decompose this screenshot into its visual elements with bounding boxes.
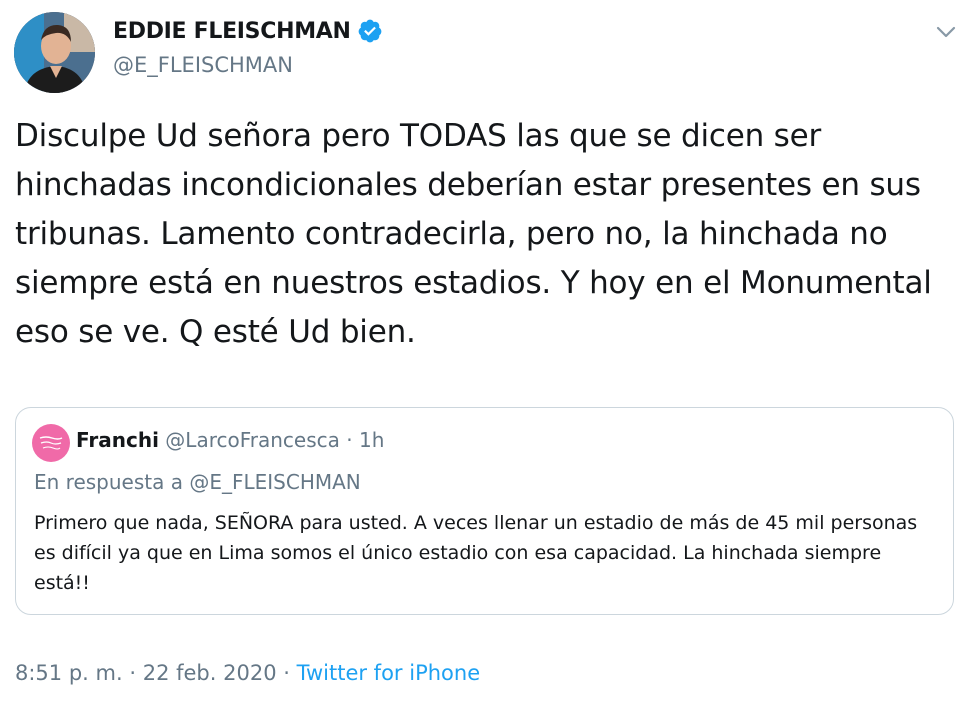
quoted-tweet[interactable]: Franchi @LarcoFrancesca · 1h En respuest… [15,407,954,615]
quoted-time[interactable]: 1h [359,428,384,452]
author-avatar[interactable] [14,12,95,93]
quoted-separator: · [346,428,353,452]
tweet-text: Disculpe Ud señora pero TODAS las que se… [15,118,932,350]
author-handle[interactable]: @E_FLEISCHMAN [113,53,293,77]
tweet-time[interactable]: 8:51 p. m. [15,661,123,685]
quoted-reply-to: En respuesta a @E_FLEISCHMAN [34,470,361,494]
tweet-footer: 8:51 p. m. · 22 feb. 2020 · Twitter for … [15,661,480,685]
author-name-row[interactable]: EDDIE FLEISCHMAN [113,18,383,44]
footer-separator-2: · [283,661,290,685]
footer-separator-1: · [129,661,137,685]
quoted-text: Primero que nada, SEÑORA para usted. A v… [34,512,918,594]
quoted-author-avatar[interactable] [32,424,70,462]
quoted-handle[interactable]: @LarcoFrancesca [165,428,340,452]
quoted-header: Franchi @LarcoFrancesca · 1h [76,428,384,452]
verified-badge-icon [357,18,383,44]
author-display-name[interactable]: EDDIE FLEISCHMAN [113,19,351,44]
quoted-display-name[interactable]: Franchi [76,428,159,452]
tweet-source-link[interactable]: Twitter for iPhone [297,661,481,685]
tweet-card: EDDIE FLEISCHMAN @E_FLEISCHMAN Disculpe … [0,0,980,716]
tweet-date[interactable]: 22 feb. 2020 [143,661,277,685]
chevron-down-icon[interactable] [934,22,958,42]
